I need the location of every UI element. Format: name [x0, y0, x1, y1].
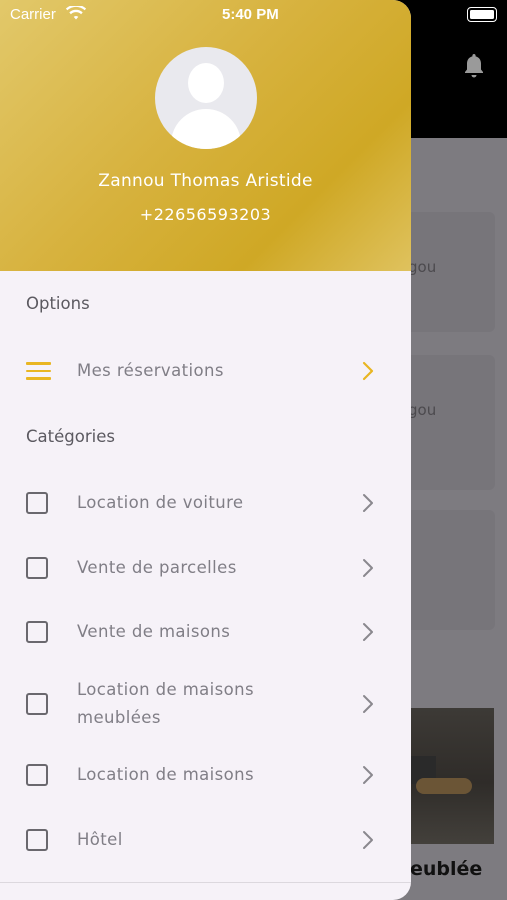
- menu-item-label: Mes réservations: [77, 361, 224, 380]
- chevron-right-icon: [362, 361, 374, 381]
- category-checkbox[interactable]: [26, 557, 48, 579]
- category-item-hotel[interactable]: Hôtel: [0, 810, 411, 870]
- listing-title: eublée: [410, 858, 483, 880]
- category-checkbox[interactable]: [26, 764, 48, 786]
- category-item-vente-parcelles[interactable]: Vente de parcelles: [0, 538, 411, 598]
- chevron-right-icon: [363, 494, 373, 512]
- chevron-right-icon: [363, 695, 373, 713]
- listing-photo: [410, 708, 494, 844]
- user-phone: +22656593203: [139, 205, 272, 224]
- background-card-text: gou: [408, 258, 437, 276]
- menu-item-mes-reservations[interactable]: Mes réservations: [0, 341, 411, 401]
- navigation-drawer: Zannou Thomas Aristide +22656593203 Opti…: [0, 0, 411, 900]
- category-label: Vente de maisons: [77, 622, 231, 641]
- background-card: [405, 510, 495, 630]
- bell-icon[interactable]: [462, 52, 486, 80]
- chevron-right-icon: [363, 766, 373, 784]
- avatar[interactable]: [155, 47, 257, 149]
- carrier-label: Carrier: [10, 6, 56, 23]
- menu-icon: [26, 362, 51, 385]
- background-card: [405, 355, 495, 490]
- categories-section-title: Catégories: [26, 427, 115, 446]
- chevron-right-icon: [363, 831, 373, 849]
- clock: 5:40 PM: [222, 6, 279, 23]
- chevron-right-icon: [363, 623, 373, 641]
- drawer-header: Zannou Thomas Aristide +22656593203: [0, 0, 411, 271]
- category-label: Location de maisons: [77, 765, 255, 784]
- options-section-title: Options: [26, 294, 90, 313]
- category-label: Location de voiture: [77, 493, 244, 512]
- wifi-icon: [66, 6, 86, 20]
- category-label: Location de maisons meublées: [77, 680, 255, 727]
- battery-icon: [467, 7, 497, 22]
- category-item-location-voiture[interactable]: Location de voiture: [0, 473, 411, 533]
- category-label: Hôtel: [77, 830, 123, 849]
- category-item-location-maisons-meublees[interactable]: Location de maisons meublées: [0, 668, 411, 740]
- category-checkbox[interactable]: [26, 492, 48, 514]
- category-item-vente-maisons[interactable]: Vente de maisons: [0, 602, 411, 662]
- chevron-right-icon: [363, 559, 373, 577]
- divider: [0, 882, 411, 883]
- category-checkbox[interactable]: [26, 621, 48, 643]
- category-checkbox[interactable]: [26, 693, 48, 715]
- category-checkbox[interactable]: [26, 829, 48, 851]
- category-item-location-maisons[interactable]: Location de maisons: [0, 745, 411, 805]
- user-name: Zannou Thomas Aristide: [98, 171, 313, 191]
- background-card-text: gou: [408, 401, 437, 419]
- category-label: Vente de parcelles: [77, 558, 237, 577]
- status-bar: Carrier 5:40 PM: [0, 0, 507, 30]
